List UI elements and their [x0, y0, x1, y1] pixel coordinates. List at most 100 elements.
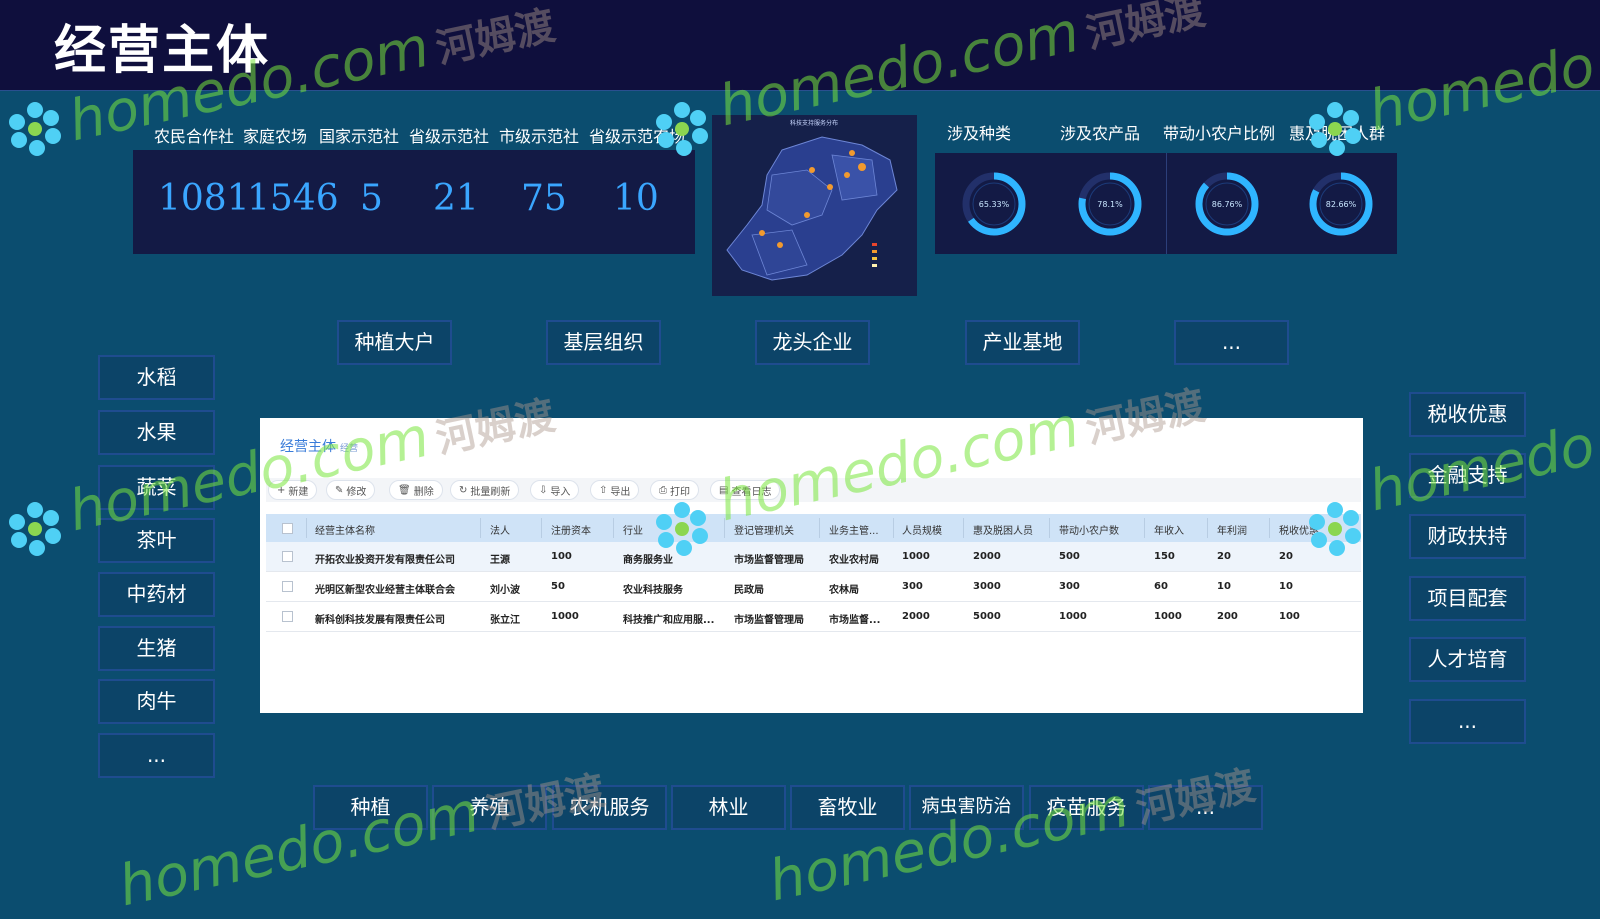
- edit-label: 修改: [346, 486, 367, 498]
- table-header: 经营主体名称 法人 注册资本 行业 登记管理机关 业务主管... 人员规模 惠及…: [266, 514, 1361, 542]
- map-title: 科技支持服务分布: [790, 119, 838, 127]
- donut-panel: 65.33% 78.1% 86.76% 82.66%: [935, 153, 1397, 254]
- stat-label: 家庭农场: [243, 127, 308, 146]
- watermark-text: homedo.com: [113, 779, 485, 919]
- table-row[interactable]: 开拓农业投资开发有限责任公司 王源 100 商务服务业 市场监督管理局 农业农村…: [266, 542, 1361, 572]
- select-all-checkbox[interactable]: [282, 523, 293, 534]
- column-header[interactable]: 人员规模: [902, 522, 942, 537]
- btn-left-pig[interactable]: 生猪: [98, 626, 215, 671]
- btn-left-rice[interactable]: 水稻: [98, 355, 215, 400]
- btn-bottom-machinery[interactable]: 农机服务: [552, 785, 667, 830]
- table-cell: 商务服务业: [623, 555, 673, 566]
- btn-left-more[interactable]: ...: [98, 733, 215, 778]
- column-header[interactable]: 带动小农户数: [1059, 522, 1119, 537]
- table-cell: 1000: [1154, 611, 1182, 622]
- btn-top-industry-base[interactable]: 产业基地: [965, 320, 1080, 365]
- btn-top-planting-household[interactable]: 种植大户: [337, 320, 452, 365]
- column-header[interactable]: 税收优惠: [1279, 522, 1319, 537]
- stat-value: 1081: [158, 178, 250, 219]
- btn-left-herb[interactable]: 中药材: [98, 572, 215, 617]
- btn-right-more[interactable]: ...: [1409, 699, 1526, 744]
- btn-bottom-more[interactable]: ...: [1148, 785, 1263, 830]
- column-header[interactable]: 年利润: [1217, 522, 1247, 537]
- btn-right-talent[interactable]: 人才培育: [1409, 637, 1526, 682]
- panel-title-text: 经营主体: [280, 439, 336, 455]
- table-cell: 科技推广和应用服...: [623, 615, 715, 626]
- column-header[interactable]: 业务主管...: [829, 522, 891, 537]
- donut-chart: 86.76%: [1192, 169, 1262, 239]
- table-cell: 100: [1279, 611, 1300, 622]
- stat-labels: 农民合作社 家庭农场 国家示范社 省级示范社 市级示范社 省级示范农场: [154, 123, 694, 146]
- column-header[interactable]: 法人: [490, 522, 510, 537]
- column-separator: [613, 518, 614, 538]
- column-header[interactable]: 经营主体名称: [315, 522, 375, 537]
- trash-icon: 🗑: [398, 484, 411, 496]
- btn-bottom-planting[interactable]: 种植: [313, 785, 428, 830]
- column-separator: [1049, 518, 1050, 538]
- view-log-button[interactable]: ▤ 查看日志: [710, 480, 781, 500]
- btn-bottom-livestock[interactable]: 畜牧业: [790, 785, 905, 830]
- btn-right-finance[interactable]: 金融支持: [1409, 453, 1526, 498]
- print-label: 打印: [670, 486, 690, 498]
- view-log-label: 查看日志: [731, 486, 772, 498]
- btn-top-more[interactable]: ...: [1174, 320, 1289, 365]
- toolbar: + 新建 ✎ 修改 🗑 删除 ↻ 批量刷新 ⇩ 导入 ⇧ 导出 ⎙ 打印 ▤ 查看日志: [266, 478, 1361, 502]
- table-cell: 100: [551, 551, 572, 562]
- new-button[interactable]: + 新建: [268, 480, 318, 500]
- plus-icon: +: [277, 484, 286, 496]
- row-checkbox[interactable]: [282, 551, 293, 562]
- table-cell: 民政局: [734, 585, 764, 596]
- region-map: 科技支持服务分布: [726, 119, 898, 281]
- btn-left-cattle[interactable]: 肉牛: [98, 679, 215, 724]
- table-row[interactable]: 光明区新型农业经营主体联合会 刘小波 50 农业科技服务 民政局 农林局 300…: [266, 572, 1361, 602]
- panel-title: 经营主体 经营: [280, 436, 358, 456]
- flower-logo-icon: [9, 102, 61, 156]
- donut-value: 78.1%: [1097, 200, 1123, 209]
- btn-bottom-breeding[interactable]: 养殖: [432, 785, 547, 830]
- table-cell: 刘小波: [490, 585, 520, 596]
- table-cell: 200: [1217, 611, 1238, 622]
- btn-top-leading-enterprise[interactable]: 龙头企业: [755, 320, 870, 365]
- table-row[interactable]: 新科创科技发展有限责任公司 张立江 1000 科技推广和应用服... 市场监督管…: [266, 602, 1361, 632]
- table-cell: 农业农村局: [829, 555, 879, 566]
- donut-labels: 涉及种类 涉及农产品 带动小农户比例 惠及脱困人群: [935, 120, 1405, 143]
- page-title: 经营主体: [54, 21, 271, 81]
- table-cell: 1000: [902, 551, 930, 562]
- batch-refresh-button[interactable]: ↻ 批量刷新: [450, 480, 520, 500]
- column-header[interactable]: 注册资本: [551, 522, 591, 537]
- row-checkbox[interactable]: [282, 611, 293, 622]
- print-button[interactable]: ⎙ 打印: [650, 480, 699, 500]
- delete-button[interactable]: 🗑 删除: [389, 480, 443, 500]
- column-header[interactable]: 行业: [623, 522, 643, 537]
- column-separator: [1144, 518, 1145, 538]
- column-separator: [1269, 518, 1270, 538]
- btn-left-vegetable[interactable]: 蔬菜: [98, 465, 215, 510]
- btn-right-tax[interactable]: 税收优惠: [1409, 392, 1526, 437]
- row-checkbox[interactable]: [282, 581, 293, 592]
- log-icon: ▤: [719, 484, 729, 496]
- column-separator: [306, 518, 307, 538]
- import-icon: ⇩: [539, 484, 548, 496]
- table-cell: 500: [1059, 551, 1080, 562]
- export-button[interactable]: ⇧ 导出: [590, 480, 640, 500]
- table-cell: 市场监督...: [829, 615, 881, 626]
- table-cell: 300: [1059, 581, 1080, 592]
- btn-right-fiscal[interactable]: 财政扶持: [1409, 514, 1526, 559]
- column-separator: [541, 518, 542, 538]
- column-separator: [819, 518, 820, 538]
- table-cell: 10: [1279, 581, 1293, 592]
- btn-left-fruit[interactable]: 水果: [98, 410, 215, 455]
- map-panel[interactable]: 科技支持服务分布: [712, 115, 917, 296]
- btn-bottom-forestry[interactable]: 林业: [671, 785, 786, 830]
- btn-right-project[interactable]: 项目配套: [1409, 576, 1526, 621]
- column-header[interactable]: 年收入: [1154, 522, 1184, 537]
- btn-bottom-pest-control[interactable]: 病虫害防治: [909, 785, 1024, 830]
- btn-top-grassroots-org[interactable]: 基层组织: [546, 320, 661, 365]
- import-button[interactable]: ⇩ 导入: [530, 480, 580, 500]
- btn-bottom-vaccine[interactable]: 疫苗服务: [1029, 785, 1144, 830]
- column-header[interactable]: 惠及脱困人员: [973, 522, 1033, 537]
- btn-left-tea[interactable]: 茶叶: [98, 518, 215, 563]
- donut-label: 带动小农户比例: [1163, 124, 1276, 143]
- column-header[interactable]: 登记管理机关: [734, 522, 794, 537]
- edit-button[interactable]: ✎ 修改: [326, 480, 376, 500]
